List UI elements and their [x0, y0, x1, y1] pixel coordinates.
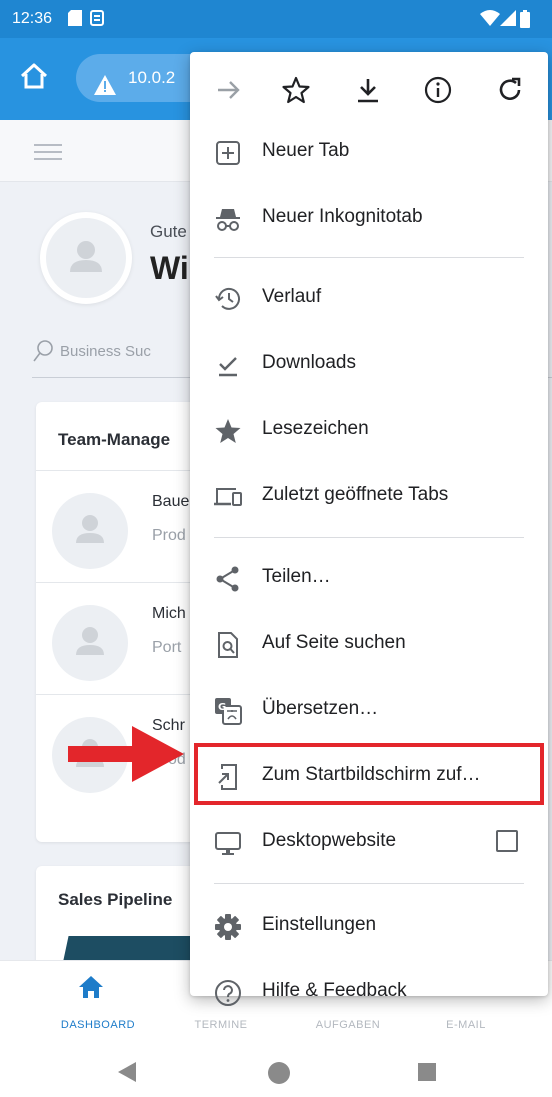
sales-card-title: Sales Pipeline: [58, 890, 173, 909]
profile-avatar[interactable]: [40, 212, 132, 304]
search-placeholder: Business Suc: [60, 343, 151, 360]
search-icon: [33, 340, 53, 366]
recents-icon[interactable]: [418, 1063, 436, 1081]
menu-item-recent-tabs[interactable]: Zuletzt geöffnete Tabs: [190, 464, 548, 530]
incognito-icon: [214, 205, 242, 233]
menu-item-incognito[interactable]: Neuer Inkognitotab: [190, 186, 548, 252]
menu-item-settings[interactable]: Einstellungen: [190, 894, 548, 960]
settings-gear-icon: [214, 913, 242, 941]
menu-item-desktop-site[interactable]: Desktopwebsite: [190, 810, 548, 876]
svg-text:G: G: [218, 702, 226, 713]
nav-dashboard[interactable]: DASHBOARD: [56, 1019, 140, 1031]
warning-icon: [94, 66, 116, 102]
menu-item-label: Neuer Inkognitotab: [262, 206, 423, 227]
highlight-box: [194, 743, 544, 805]
forward-icon[interactable]: [212, 74, 244, 106]
menu-item-find-in-page[interactable]: Auf Seite suchen: [190, 612, 548, 678]
team-member-name: Mich: [152, 605, 186, 622]
status-time: 12:36: [12, 10, 53, 27]
home-icon[interactable]: [18, 60, 50, 92]
menu-item-downloads[interactable]: Downloads: [190, 332, 548, 398]
new-tab-icon: [214, 139, 242, 167]
android-navigation-bar: [0, 1056, 552, 1097]
find-in-page-icon: [214, 631, 242, 659]
history-icon: [214, 285, 242, 313]
menu-divider: [214, 257, 524, 258]
team-card-title: Team-Manage: [58, 430, 171, 449]
signal-icon: [500, 10, 516, 30]
home-circle-icon[interactable]: [268, 1062, 290, 1084]
menu-item-label: Downloads: [262, 352, 356, 373]
sd-card-icon: [68, 10, 82, 30]
greeting-subtitle: Gute: [150, 222, 187, 241]
desktop-site-checkbox[interactable]: [496, 830, 518, 852]
menu-item-label: Übersetzen…: [262, 698, 379, 719]
download-icon[interactable]: [352, 74, 384, 106]
translate-icon: G: [214, 697, 242, 725]
menu-item-label: Lesezeichen: [262, 418, 369, 439]
status-bar: 12:36: [0, 0, 552, 38]
share-icon: [214, 565, 242, 593]
menu-item-translate[interactable]: G Übersetzen…: [190, 678, 548, 744]
menu-top-actions: [190, 52, 548, 128]
battery-icon: [520, 10, 530, 32]
back-icon[interactable]: [116, 1060, 138, 1088]
star-icon[interactable]: [280, 74, 312, 106]
team-member-name: Baue: [152, 493, 190, 510]
menu-item-label: Verlauf: [262, 286, 322, 307]
downloads-check-icon: [214, 351, 242, 379]
hamburger-menu-icon[interactable]: [34, 144, 62, 160]
wifi-icon: [480, 10, 500, 30]
team-member-role: Prod: [152, 527, 186, 544]
menu-item-label: Zuletzt geöffnete Tabs: [262, 484, 449, 505]
menu-item-bookmarks[interactable]: Lesezeichen: [190, 398, 548, 464]
red-arrow-icon: [66, 722, 186, 790]
recent-tabs-icon: [214, 483, 242, 511]
pipeline-chart-bar: [63, 936, 209, 960]
menu-item-help[interactable]: Hilfe & Feedback: [190, 960, 548, 1026]
sim-icon: [90, 10, 104, 30]
avatar: [52, 605, 128, 681]
help-icon: [214, 979, 242, 1007]
browser-overflow-menu: Neuer Tab Neuer Inkognitotab Verlauf Dow…: [190, 52, 548, 1006]
menu-item-label: Auf Seite suchen: [262, 632, 406, 653]
menu-item-label: Desktopwebsite: [262, 830, 397, 851]
greeting-title: Wi: [150, 250, 189, 286]
avatar: [52, 493, 128, 569]
refresh-icon[interactable]: [494, 74, 526, 106]
menu-item-label: Einstellungen: [262, 914, 377, 935]
menu-divider: [214, 883, 524, 884]
menu-item-label: Teilen…: [262, 566, 331, 587]
menu-item-new-tab[interactable]: Neuer Tab: [190, 120, 548, 186]
menu-item-history[interactable]: Verlauf: [190, 266, 548, 332]
menu-item-label: Neuer Tab: [262, 140, 350, 161]
bookmarks-star-icon: [214, 417, 242, 445]
desktop-icon: [214, 829, 242, 857]
info-icon[interactable]: [422, 74, 454, 106]
team-member-role: Port: [152, 639, 182, 656]
menu-divider: [214, 537, 524, 538]
menu-item-share[interactable]: Teilen…: [190, 546, 548, 612]
menu-item-label: Hilfe & Feedback: [262, 980, 407, 1001]
url-text: 10.0.2: [128, 68, 176, 87]
dashboard-home-icon: [78, 975, 104, 1003]
